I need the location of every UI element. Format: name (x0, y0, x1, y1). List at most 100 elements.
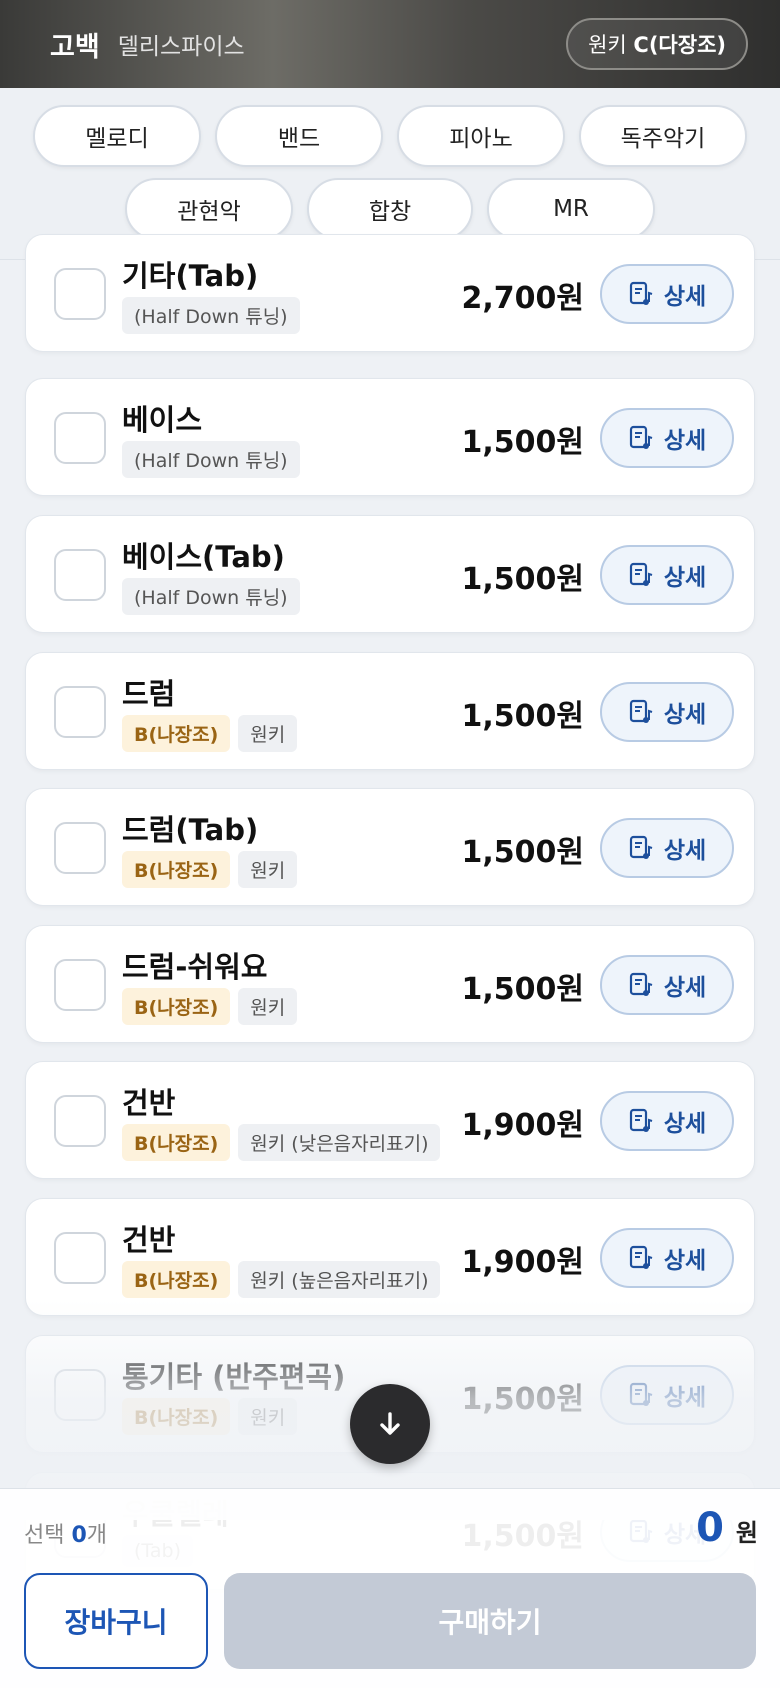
info-tag: 원키 (238, 715, 298, 752)
detail-label: 상세 (663, 284, 707, 310)
item-name: 베이스(Tab) (122, 540, 285, 574)
item-tags: B(나장조) 원키 (122, 1398, 298, 1435)
item-name: 드럼-쉬워요 (122, 950, 268, 984)
category-solo-instrument[interactable]: 독주악기 (579, 105, 747, 167)
sheet-item-card[interactable]: 베이스(Tab) (Half Down 튜닝) 1,500원 상세 (25, 515, 755, 633)
info-tag: (Half Down 튜닝) (122, 297, 300, 334)
category-melody[interactable]: 멜로디 (33, 105, 201, 167)
scroll-down-button[interactable] (350, 1384, 430, 1464)
detail-button[interactable]: 상세 (600, 408, 734, 468)
cart-button[interactable]: 장바구니 (24, 1573, 208, 1669)
item-tags: (Half Down 튜닝) (122, 297, 300, 334)
category-piano[interactable]: 피아노 (397, 105, 565, 167)
category-mr[interactable]: MR (487, 178, 655, 240)
sheet-music-icon (629, 1382, 653, 1406)
detail-label: 상세 (663, 428, 707, 454)
item-checkbox[interactable] (54, 268, 106, 320)
item-tags: B(나장조) 원키 (122, 851, 298, 888)
sheet-item-card[interactable]: 드럼(Tab) B(나장조) 원키 1,500원 상세 (25, 788, 755, 906)
sheet-item-card[interactable]: 베이스 (Half Down 튜닝) 1,500원 상세 (25, 378, 755, 496)
song-header: 고백 델리스파이스 원키 C(다장조) (0, 0, 780, 88)
item-checkbox[interactable] (54, 1369, 106, 1421)
item-name: 베이스 (122, 403, 203, 437)
detail-button[interactable]: 상세 (600, 1091, 734, 1151)
key-tag: B(나장조) (122, 851, 231, 888)
item-price: 1,500원 (461, 562, 585, 597)
item-tags: B(나장조) 원키 (낮은음자리표기) (122, 1124, 441, 1161)
arrow-down-icon (380, 1412, 400, 1435)
item-tags: (Half Down 튜닝) (122, 578, 300, 615)
key-tag: B(나장조) (122, 988, 231, 1025)
key-badge[interactable]: 원키 C(다장조) (566, 18, 748, 70)
sheet-music-icon (629, 1108, 653, 1132)
sheet-music-icon (629, 1245, 653, 1269)
detail-label: 상세 (663, 838, 707, 864)
total-unit: 원 (735, 1519, 758, 1547)
total-amount: 0 (696, 1505, 724, 1551)
artist-name: 델리스파이스 (117, 34, 245, 60)
category-choir[interactable]: 합창 (307, 178, 473, 240)
detail-label: 상세 (663, 702, 707, 728)
info-tag: 원키 (238, 1398, 298, 1435)
selected-prefix: 선택 (24, 1523, 65, 1548)
key-tag: B(나장조) (122, 1398, 231, 1435)
item-checkbox[interactable] (54, 686, 106, 738)
song-title: 고백 (50, 31, 100, 63)
sheet-music-icon (629, 972, 653, 996)
sheet-item-card[interactable]: 기타(Tab) (Half Down 튜닝) 2,700원 상세 (25, 234, 755, 352)
sheet-music-icon (629, 835, 653, 859)
sheet-music-icon (629, 699, 653, 723)
item-price: 1,500원 (461, 972, 585, 1007)
item-name: 건반 (122, 1086, 176, 1120)
detail-button[interactable]: 상세 (600, 545, 734, 605)
sheet-item-card[interactable]: 건반 B(나장조) 원키 (낮은음자리표기) 1,900원 상세 (25, 1061, 755, 1179)
item-checkbox[interactable] (54, 1232, 106, 1284)
sheet-item-card[interactable]: 드럼 B(나장조) 원키 1,500원 상세 (25, 652, 755, 770)
info-tag: 원키 (낮은음자리표기) (238, 1124, 441, 1161)
item-price: 1,900원 (461, 1108, 585, 1143)
item-checkbox[interactable] (54, 822, 106, 874)
key-tag: B(나장조) (122, 715, 231, 752)
detail-button[interactable]: 상세 (600, 818, 734, 878)
item-price: 1,500원 (461, 835, 585, 870)
category-orchestra[interactable]: 관현악 (125, 178, 293, 240)
detail-label: 상세 (663, 975, 707, 1001)
sheet-music-icon (629, 425, 653, 449)
info-tag: (Half Down 튜닝) (122, 441, 300, 478)
sheet-music-icon (629, 281, 653, 305)
selected-count-value: 0 (71, 1523, 87, 1548)
detail-label: 상세 (663, 1111, 707, 1137)
key-tag: B(나장조) (122, 1261, 231, 1298)
total-price: 0 원 (696, 1505, 758, 1551)
buy-button[interactable]: 구매하기 (224, 1573, 756, 1669)
item-tags: B(나장조) 원키 (122, 715, 298, 752)
item-price: 1,900원 (461, 1245, 585, 1280)
info-tag: 원키 (높은음자리표기) (238, 1261, 441, 1298)
item-checkbox[interactable] (54, 549, 106, 601)
item-price: 1,500원 (461, 699, 585, 734)
selected-suffix: 개 (86, 1523, 108, 1548)
sheet-item-card[interactable]: 드럼-쉬워요 B(나장조) 원키 1,500원 상세 (25, 925, 755, 1043)
item-name: 드럼 (122, 677, 176, 711)
item-price: 1,500원 (461, 425, 585, 460)
info-tag: (Half Down 튜닝) (122, 578, 300, 615)
item-tags: B(나장조) 원키 (122, 988, 298, 1025)
item-tags: B(나장조) 원키 (높은음자리표기) (122, 1261, 441, 1298)
key-label: 원키 (588, 33, 627, 57)
category-band[interactable]: 밴드 (215, 105, 383, 167)
detail-button[interactable]: 상세 (600, 1228, 734, 1288)
item-checkbox[interactable] (54, 959, 106, 1011)
detail-label: 상세 (663, 1385, 707, 1411)
item-price: 2,700원 (461, 281, 585, 316)
sheet-item-card[interactable]: 건반 B(나장조) 원키 (높은음자리표기) 1,900원 상세 (25, 1198, 755, 1316)
item-name: 드럼(Tab) (122, 813, 259, 847)
item-checkbox[interactable] (54, 1095, 106, 1147)
detail-button[interactable]: 상세 (600, 1365, 734, 1425)
item-tags: (Half Down 튜닝) (122, 441, 300, 478)
detail-button[interactable]: 상세 (600, 955, 734, 1015)
item-checkbox[interactable] (54, 412, 106, 464)
detail-label: 상세 (663, 1248, 707, 1274)
detail-label: 상세 (663, 565, 707, 591)
detail-button[interactable]: 상세 (600, 682, 734, 742)
detail-button[interactable]: 상세 (600, 264, 734, 324)
